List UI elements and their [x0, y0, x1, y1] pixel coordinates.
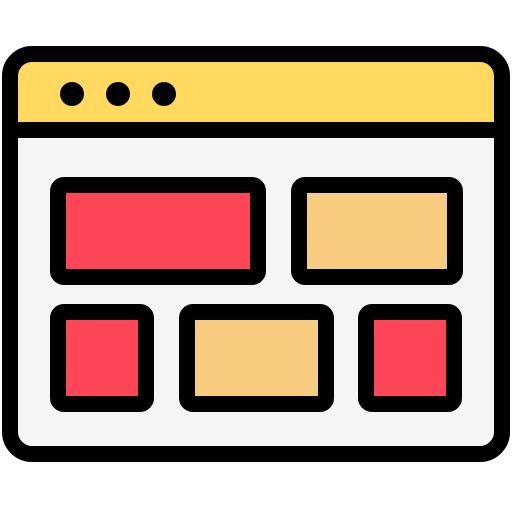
window-dot-3: [152, 82, 176, 106]
tile-bottom-left: [50, 304, 154, 412]
tile-top-left: [50, 177, 266, 285]
tile-bottom-right: [358, 304, 462, 412]
tile-top-right: [291, 177, 463, 285]
window-dot-1: [60, 82, 84, 106]
browser-window-layout-icon: [0, 0, 512, 512]
window-dot-2: [106, 82, 130, 106]
browser-window-svg: [2, 46, 510, 462]
tile-bottom-middle: [179, 304, 334, 412]
